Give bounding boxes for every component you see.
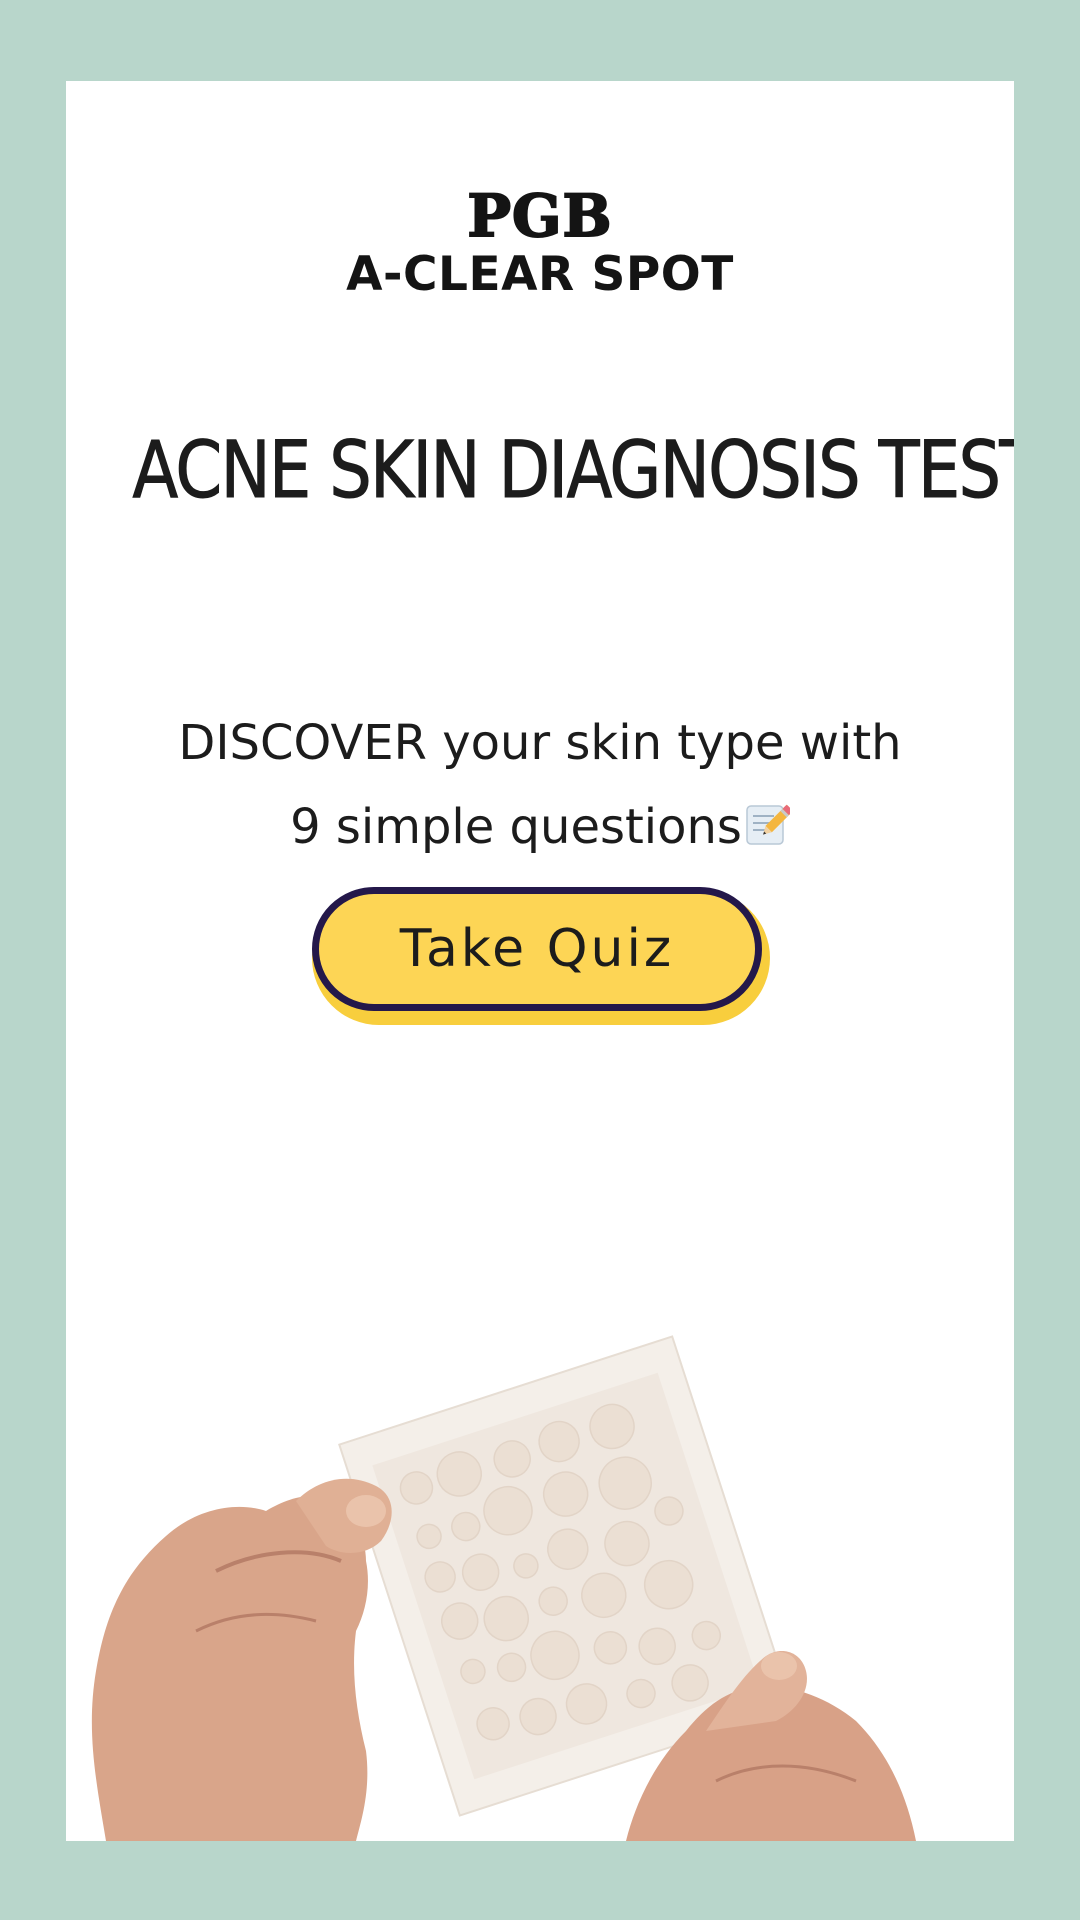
- left-hand: [91, 1478, 392, 1841]
- brand-logo: PGB: [466, 182, 613, 250]
- page-title: ACNE SKIN DIAGNOSIS TEST: [132, 426, 1014, 517]
- brand-header: PGB A-CLEAR SPOT: [66, 182, 1014, 302]
- content-card: PGB A-CLEAR SPOT ACNE SKIN DIAGNOSIS TES…: [66, 81, 1014, 1841]
- product-name: A-CLEAR SPOT: [346, 247, 734, 302]
- subtitle-line-2-wrap: 9 simple questions: [66, 785, 1014, 869]
- subtitle: DISCOVER your skin type with 9 simple qu…: [66, 701, 1014, 869]
- hero-image: [91, 1335, 916, 1841]
- memo-pencil-icon: [746, 804, 790, 845]
- subtitle-line-2: 9 simple questions: [290, 799, 742, 855]
- page-background: PGB A-CLEAR SPOT ACNE SKIN DIAGNOSIS TES…: [0, 0, 1080, 1920]
- take-quiz-button[interactable]: Take Quiz: [312, 887, 762, 1011]
- subtitle-line-1: DISCOVER your skin type with: [178, 715, 902, 771]
